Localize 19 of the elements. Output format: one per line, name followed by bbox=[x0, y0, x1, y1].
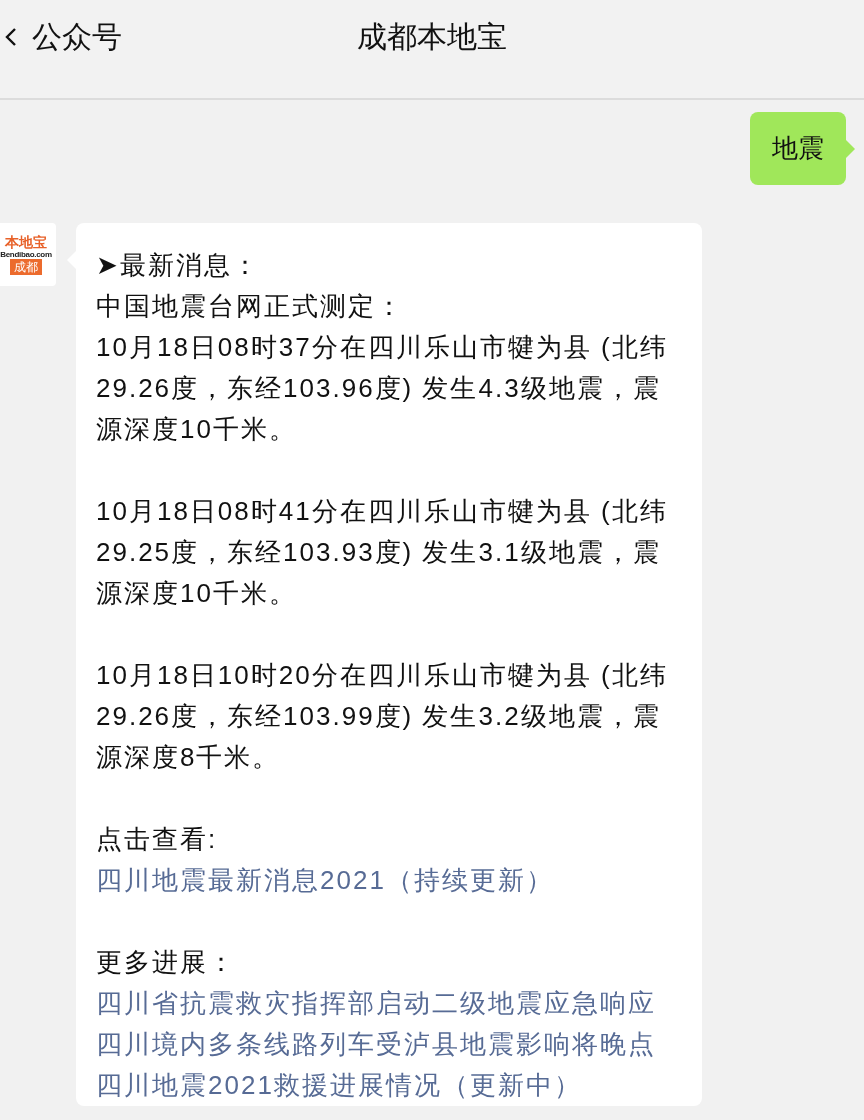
article-link[interactable]: 四川地震2021救援进展情况（更新中） bbox=[96, 1065, 684, 1106]
article-link[interactable]: 四川境内多条线路列车受泸县地震影响将晚点 bbox=[96, 1024, 684, 1065]
message-bubble: 地震 bbox=[750, 112, 846, 185]
message-text: 10月18日08时41分在四川乐山市犍为县 (北纬29.25度，东经103.93度) 发生3.1级地震，震源深度10千米。 bbox=[96, 495, 669, 610]
message-text: 10月18日10时20分在四川乐山市犍为县 (北纬29.26度，东经103.99度) 发生3.2级地震，震源深度8千米。 bbox=[96, 659, 669, 774]
bubble-tail bbox=[846, 140, 855, 158]
message-text: 点击查看: bbox=[96, 823, 219, 856]
message-text: 中国地震台网正式测定： bbox=[96, 290, 405, 323]
logo-domain: Bendibao.com bbox=[0, 250, 52, 258]
back-button[interactable]: 公众号 bbox=[4, 17, 122, 57]
back-icon bbox=[4, 26, 18, 48]
article-link[interactable]: 四川省抗震救灾指挥部启动二级地震应急响应 bbox=[96, 983, 684, 1024]
message-text: ➤最新消息： bbox=[96, 249, 261, 282]
message-text: 更多进展： bbox=[96, 946, 237, 979]
chat-title: 成都本地宝 bbox=[357, 19, 507, 55]
logo-city: 成都 bbox=[10, 258, 42, 275]
article-link[interactable]: 四川地震最新消息2021（持续更新） bbox=[96, 860, 684, 901]
message-text: 10月18日08时37分在四川乐山市犍为县 (北纬29.26度，东经103.96度) 发生4.3级地震，震源深度10千米。 bbox=[96, 331, 669, 446]
logo-name: 本地宝 bbox=[5, 234, 47, 250]
